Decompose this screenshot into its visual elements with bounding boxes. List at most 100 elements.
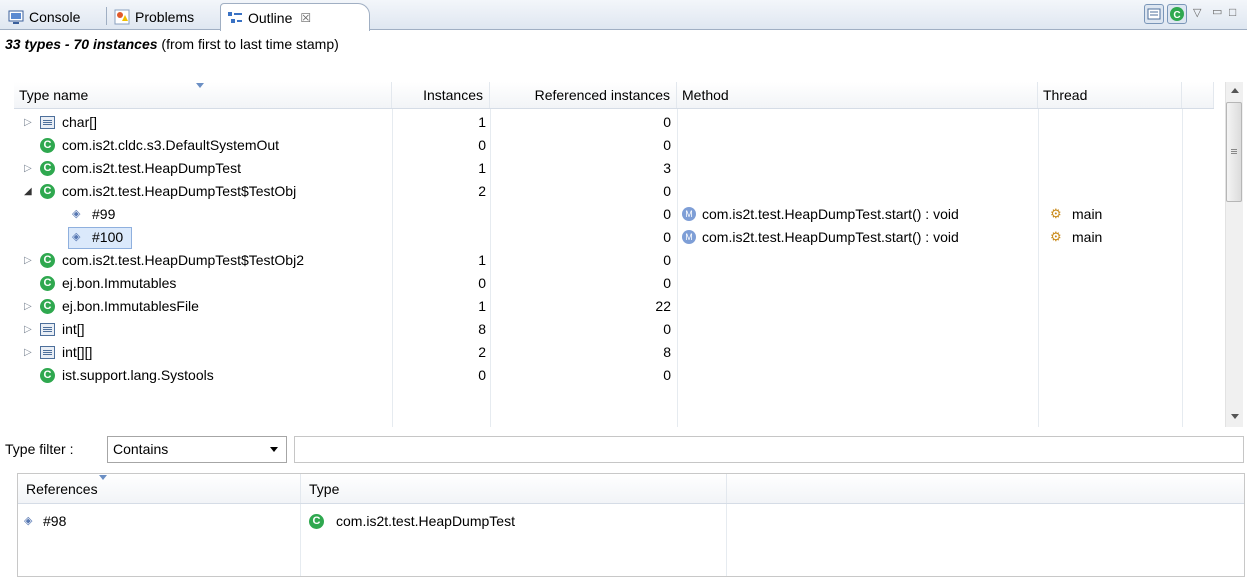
tab-outline[interactable]: Outline ☒: [220, 3, 370, 31]
problems-icon: [114, 9, 130, 25]
referenced-count: 0: [663, 114, 671, 130]
type-name: com.is2t.test.HeapDumpTest$TestObj: [62, 183, 297, 199]
close-icon[interactable]: ☒: [300, 11, 311, 25]
referenced-count: 0: [663, 183, 671, 199]
instances-count: 1: [478, 298, 486, 314]
collapse-icon[interactable]: ◢: [24, 180, 32, 203]
table-row[interactable]: ▷ C com.is2t.test.HeapDumpTest 1 3: [14, 157, 1214, 180]
view-tab-bar: Console Problems Outline ☒ C ▽ ▭ □: [0, 0, 1247, 31]
scrollbar-thumb[interactable]: [1226, 102, 1242, 202]
table-header: Type name Instances Referenced instances…: [14, 82, 1214, 109]
thread-name: main: [1072, 229, 1103, 245]
tab-console-label: Console: [29, 8, 81, 25]
type-name: int[][]: [62, 344, 93, 360]
type-filter-mode-select[interactable]: Contains: [107, 436, 287, 463]
class-icon: C: [40, 368, 55, 383]
method-icon: M: [682, 207, 696, 221]
scroll-up-icon[interactable]: [1231, 88, 1239, 93]
type-name: ej.bon.ImmutablesFile: [62, 298, 199, 314]
tab-console[interactable]: Console: [2, 3, 86, 30]
col-method[interactable]: Method: [677, 82, 1038, 108]
table-row[interactable]: ▷ C ej.bon.ImmutablesFile 1 22: [14, 295, 1214, 318]
reference-id: #98: [43, 513, 67, 529]
col-instances[interactable]: Instances: [392, 82, 490, 108]
types-view-toggle-icon[interactable]: C: [1167, 4, 1187, 24]
referenced-count: 22: [655, 298, 671, 314]
table-row[interactable]: C com.is2t.cldc.s3.DefaultSystemOut 0 0: [14, 134, 1214, 157]
instances-count: 1: [478, 160, 486, 176]
referenced-count: 0: [663, 229, 671, 245]
table-row[interactable]: ◈ #100 0 M com.is2t.test.HeapDumpTest.st…: [14, 226, 1214, 249]
table-row[interactable]: ◢ C com.is2t.test.HeapDumpTest$TestObj 2…: [14, 180, 1214, 203]
expand-icon[interactable]: ▷: [24, 341, 32, 364]
instances-count: 2: [478, 183, 486, 199]
type-name: com.is2t.test.HeapDumpTest$TestObj2: [62, 252, 304, 268]
referenced-count: 0: [663, 275, 671, 291]
array-type-icon: [40, 346, 55, 359]
console-icon: [8, 9, 24, 25]
scroll-down-icon[interactable]: [1231, 414, 1239, 419]
table-row[interactable]: ▷ int[][] 2 8: [14, 341, 1214, 364]
class-icon: C: [40, 253, 55, 268]
view-menu-icon[interactable]: ▽: [1193, 6, 1201, 19]
type-filter-mode-value: Contains: [113, 441, 169, 457]
instance-id: #99: [92, 206, 116, 222]
maximize-icon[interactable]: □: [1229, 5, 1236, 19]
tab-problems[interactable]: Problems: [108, 3, 200, 30]
sort-indicator-icon: [99, 475, 107, 480]
instances-count: 2: [478, 344, 486, 360]
instances-count: 1: [478, 114, 486, 130]
table-row[interactable]: C ej.bon.Immutables 0 0: [14, 272, 1214, 295]
referenced-count: 8: [663, 344, 671, 360]
expand-icon[interactable]: ▷: [24, 157, 32, 180]
instances-view-toggle-icon[interactable]: [1144, 4, 1164, 24]
instances-count: 1: [478, 252, 486, 268]
tab-problems-label: Problems: [135, 8, 195, 25]
referenced-count: 0: [663, 252, 671, 268]
col-type[interactable]: Type: [301, 474, 727, 503]
instance-icon: ◈: [24, 515, 33, 527]
instances-count: 0: [478, 137, 486, 153]
referenced-count: 0: [663, 367, 671, 383]
thread-icon: ⚙: [1050, 229, 1062, 244]
reference-type: com.is2t.test.HeapDumpTest: [336, 513, 515, 529]
table-row[interactable]: ◈ #98 C com.is2t.test.HeapDumpTest: [18, 510, 1244, 533]
method-icon: M: [682, 230, 696, 244]
expand-icon[interactable]: ▷: [24, 249, 32, 272]
expand-icon[interactable]: ▷: [24, 111, 32, 134]
summary-line: 33 types - 70 instances (from first to l…: [5, 36, 339, 52]
col-referenced-instances[interactable]: Referenced instances: [490, 82, 677, 108]
referenced-count: 3: [663, 160, 671, 176]
thread-icon: ⚙: [1050, 206, 1062, 221]
type-filter-input[interactable]: [294, 436, 1244, 463]
type-filter-label: Type filter :: [5, 441, 74, 457]
array-type-icon: [40, 323, 55, 336]
table-row[interactable]: ▷ C com.is2t.test.HeapDumpTest$TestObj2 …: [14, 249, 1214, 272]
table-row[interactable]: ▷ int[] 8 0: [14, 318, 1214, 341]
summary-range: (from first to last time stamp): [157, 36, 339, 52]
instances-count: 0: [478, 367, 486, 383]
class-icon: C: [40, 299, 55, 314]
tab-outline-label: Outline: [248, 9, 293, 26]
outline-icon: [227, 10, 243, 26]
col-thread[interactable]: Thread: [1038, 82, 1182, 108]
type-name: ej.bon.Immutables: [62, 275, 177, 291]
referenced-count: 0: [663, 321, 671, 337]
table-row[interactable]: ▷ char[] 1 0: [14, 111, 1214, 134]
minimize-icon[interactable]: ▭: [1212, 5, 1222, 18]
class-icon: C: [40, 161, 55, 176]
table-row[interactable]: ◈ #99 0 M com.is2t.test.HeapDumpTest.sta…: [14, 203, 1214, 226]
table-row[interactable]: C ist.support.lang.Systools 0 0: [14, 364, 1214, 387]
class-icon: C: [309, 514, 324, 529]
thread-name: main: [1072, 206, 1103, 222]
expand-icon[interactable]: ▷: [24, 295, 32, 318]
col-references[interactable]: References: [18, 474, 301, 503]
type-name: com.is2t.cldc.s3.DefaultSystemOut: [62, 137, 280, 153]
col-extra: [1182, 82, 1214, 108]
method-name: com.is2t.test.HeapDumpTest.start() : voi…: [702, 229, 959, 245]
instance-icon: ◈: [72, 208, 81, 220]
chevron-down-icon: [270, 447, 278, 452]
instance-id: #100: [92, 229, 124, 245]
expand-icon[interactable]: ▷: [24, 318, 32, 341]
col-empty: [727, 474, 1244, 503]
